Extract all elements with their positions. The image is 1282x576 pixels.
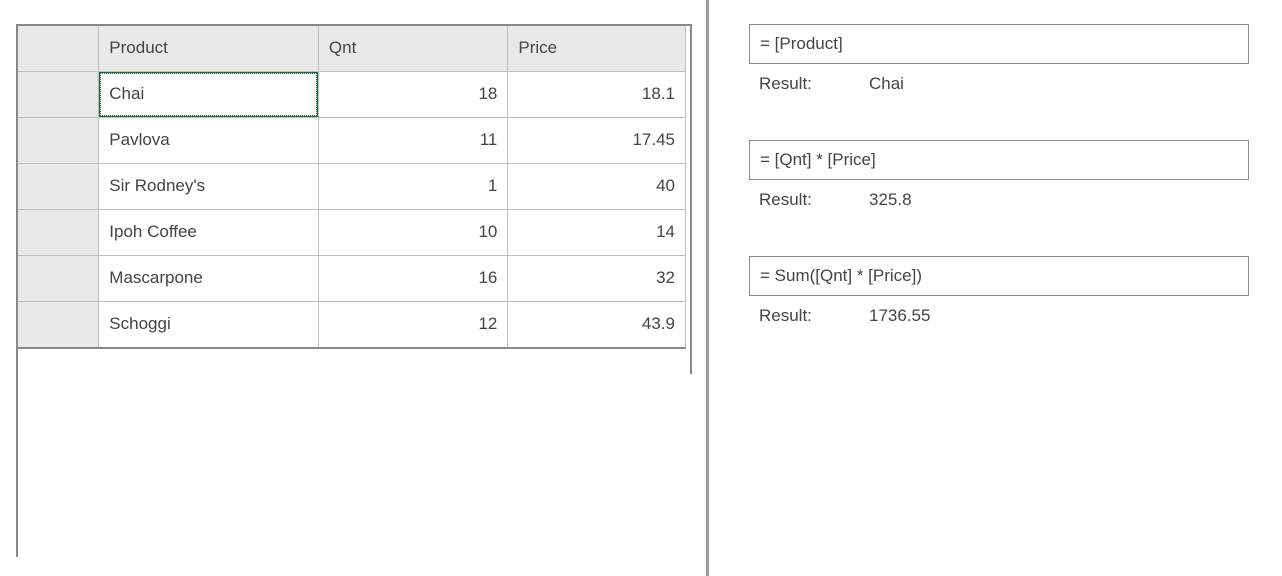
- column-header-product[interactable]: Product: [99, 25, 319, 71]
- formula-group-1: Result: Chai: [749, 24, 1250, 94]
- result-value-3: 1736.55: [869, 306, 1250, 326]
- row-header[interactable]: [17, 209, 99, 255]
- row-header[interactable]: [17, 301, 99, 347]
- cell-product[interactable]: Pavlova: [99, 117, 319, 163]
- cell-product[interactable]: Sir Rodney's: [99, 163, 319, 209]
- table-row[interactable]: Chai 18 18.1: [17, 71, 686, 117]
- grid-panel: Product Qnt Price Chai 18 18.1 Pavlova: [0, 0, 706, 576]
- table-row[interactable]: Schoggi 12 43.9: [17, 301, 686, 347]
- formula-group-2: Result: 325.8: [749, 140, 1250, 210]
- table-row[interactable]: Pavlova 11 17.45: [17, 117, 686, 163]
- cell-price[interactable]: 18.1: [508, 71, 686, 117]
- cell-price[interactable]: 14: [508, 209, 686, 255]
- cell-product[interactable]: Ipoh Coffee: [99, 209, 319, 255]
- cell-price[interactable]: 40: [508, 163, 686, 209]
- cell-qnt[interactable]: 16: [318, 255, 507, 301]
- table-row[interactable]: Ipoh Coffee 10 14: [17, 209, 686, 255]
- formula-panel: Result: Chai Result: 325.8 Result: 1736.…: [706, 0, 1282, 576]
- grid-empty-area: [16, 347, 686, 557]
- cell-price[interactable]: 43.9: [508, 301, 686, 347]
- cell-price[interactable]: 17.45: [508, 117, 686, 163]
- result-value-1: Chai: [869, 74, 1250, 94]
- cell-qnt[interactable]: 12: [318, 301, 507, 347]
- formula-input-2[interactable]: [749, 140, 1249, 180]
- result-label-3: Result:: [759, 306, 869, 326]
- row-header[interactable]: [17, 71, 99, 117]
- row-header[interactable]: [17, 163, 99, 209]
- table-row[interactable]: Sir Rodney's 1 40: [17, 163, 686, 209]
- cell-qnt[interactable]: 18: [318, 71, 507, 117]
- column-header-price[interactable]: Price: [508, 25, 686, 71]
- cell-qnt[interactable]: 11: [318, 117, 507, 163]
- formula-input-1[interactable]: [749, 24, 1249, 64]
- row-header[interactable]: [17, 117, 99, 163]
- cell-product[interactable]: Schoggi: [99, 301, 319, 347]
- table-row[interactable]: Mascarpone 16 32: [17, 255, 686, 301]
- cell-product[interactable]: Mascarpone: [99, 255, 319, 301]
- cell-price[interactable]: 32: [508, 255, 686, 301]
- row-header[interactable]: [17, 255, 99, 301]
- formula-input-3[interactable]: [749, 256, 1249, 296]
- result-label-2: Result:: [759, 190, 869, 210]
- corner-header[interactable]: [17, 25, 99, 71]
- data-grid[interactable]: Product Qnt Price Chai 18 18.1 Pavlova: [16, 24, 686, 348]
- formula-group-3: Result: 1736.55: [749, 256, 1250, 326]
- cell-product[interactable]: Chai: [99, 71, 319, 117]
- grid-scroll-edge: [686, 24, 692, 374]
- cell-qnt[interactable]: 1: [318, 163, 507, 209]
- column-header-qnt[interactable]: Qnt: [318, 25, 507, 71]
- result-label-1: Result:: [759, 74, 869, 94]
- result-value-2: 325.8: [869, 190, 1250, 210]
- cell-qnt[interactable]: 10: [318, 209, 507, 255]
